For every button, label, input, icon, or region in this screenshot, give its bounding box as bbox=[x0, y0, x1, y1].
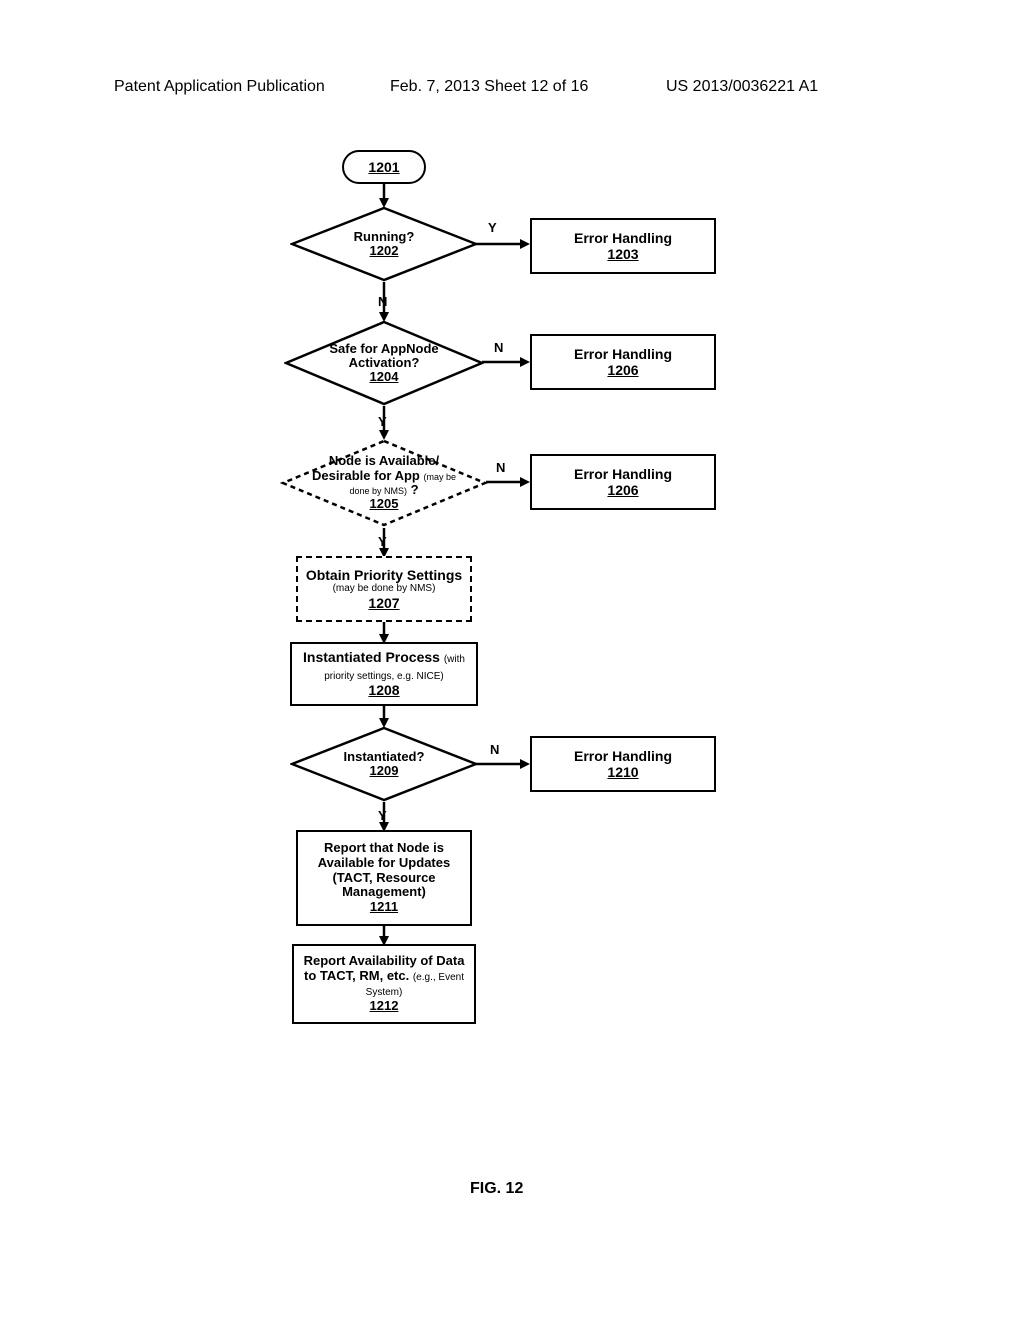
node-instantiated-process-1208: Instantiated Process (with priority sett… bbox=[290, 642, 478, 706]
edge-1204-1206a bbox=[482, 356, 530, 370]
node-error-1210: Error Handling 1210 bbox=[530, 736, 716, 792]
edge-1209-1210 bbox=[476, 758, 530, 772]
report-data-l2: to TACT, RM, etc. bbox=[304, 968, 409, 983]
nodeavail-ref: 1205 bbox=[370, 496, 399, 511]
report-node-ref: 1211 bbox=[370, 900, 398, 915]
node-error-1206a: Error Handling 1206 bbox=[530, 334, 716, 390]
obtain-priority-ref: 1207 bbox=[368, 595, 399, 611]
err1203-ref: 1203 bbox=[607, 246, 638, 262]
err1210-ref: 1210 bbox=[607, 764, 638, 780]
edge-1207-1208 bbox=[376, 622, 392, 644]
edge-1209-1211-label: Y bbox=[378, 808, 387, 823]
err1206b-ref: 1206 bbox=[607, 482, 638, 498]
flowchart: 1201 Running? 1202 Y Error Handling 1203 bbox=[270, 150, 830, 1150]
obtain-priority-small: (may be done by NMS) bbox=[333, 583, 436, 595]
err1203-label: Error Handling bbox=[574, 230, 672, 246]
edge-1201-1202 bbox=[376, 184, 392, 208]
edge-1204-1206a-label: N bbox=[494, 340, 503, 355]
inst-process-label: Instantiated Process bbox=[303, 649, 440, 665]
edge-1202-1204-label: N bbox=[378, 294, 387, 309]
nodeavail-q: ? bbox=[411, 482, 419, 497]
safe-label-1: Safe for AppNode bbox=[329, 341, 438, 356]
edge-1205-1206b-label: N bbox=[496, 460, 505, 475]
page-header-right: US 2013/0036221 A1 bbox=[666, 78, 818, 96]
figure-label: FIG. 12 bbox=[470, 1180, 523, 1198]
report-data-l1: Report Availability of Data bbox=[304, 954, 465, 969]
node-decision-instantiated-1209: Instantiated? 1209 bbox=[290, 726, 478, 802]
node-obtain-priority-1207: Obtain Priority Settings (may be done by… bbox=[296, 556, 472, 622]
node-start-1201: 1201 bbox=[342, 150, 426, 184]
instantiated-ref: 1209 bbox=[370, 763, 399, 778]
safe-label-2: Activation? bbox=[349, 355, 420, 370]
edge-1211-1212 bbox=[376, 926, 392, 946]
page: Patent Application Publication Feb. 7, 2… bbox=[0, 0, 1024, 1320]
edge-1202-1203 bbox=[476, 238, 530, 252]
node-error-1206b: Error Handling 1206 bbox=[530, 454, 716, 510]
err1206a-ref: 1206 bbox=[607, 362, 638, 378]
err1206a-label: Error Handling bbox=[574, 346, 672, 362]
safe-ref: 1204 bbox=[370, 369, 399, 384]
report-node-l4: Management) bbox=[342, 885, 426, 900]
edge-1205-1207-label: Y bbox=[378, 534, 387, 549]
edge-1205-1206b bbox=[486, 476, 530, 490]
edge-1208-1209 bbox=[376, 706, 392, 728]
node-report-data-1212: Report Availability of Data to TACT, RM,… bbox=[292, 944, 476, 1024]
report-node-l2: Available for Updates bbox=[318, 856, 450, 871]
page-header-center: Feb. 7, 2013 Sheet 12 of 16 bbox=[390, 78, 588, 96]
instantiated-label: Instantiated? bbox=[344, 749, 425, 764]
node-decision-safe-1204: Safe for AppNode Activation? 1204 bbox=[284, 320, 484, 406]
running-ref: 1202 bbox=[370, 243, 399, 258]
nodeavail-l1: Node is Available/ bbox=[329, 453, 439, 468]
node-decision-nodeavail-1205: Node is Available/ Desirable for App (ma… bbox=[280, 438, 488, 528]
err1210-label: Error Handling bbox=[574, 748, 672, 764]
report-data-ref: 1212 bbox=[370, 999, 399, 1014]
report-node-l3: (TACT, Resource bbox=[332, 871, 435, 886]
edge-1209-1210-label: N bbox=[490, 742, 499, 757]
page-header-left: Patent Application Publication bbox=[114, 78, 325, 96]
node-report-node-1211: Report that Node is Available for Update… bbox=[296, 830, 472, 926]
edge-1202-1203-label: Y bbox=[488, 220, 497, 235]
report-node-l1: Report that Node is bbox=[324, 841, 444, 856]
running-label: Running? bbox=[354, 229, 415, 244]
inst-process-ref: 1208 bbox=[368, 682, 399, 698]
node-error-1203: Error Handling 1203 bbox=[530, 218, 716, 274]
edge-1204-1205-label: Y bbox=[378, 414, 387, 429]
err1206b-label: Error Handling bbox=[574, 466, 672, 482]
nodeavail-l2: Desirable for App bbox=[312, 468, 420, 483]
node-decision-running-1202: Running? 1202 bbox=[290, 206, 478, 282]
start-ref: 1201 bbox=[368, 159, 399, 175]
obtain-priority-label: Obtain Priority Settings bbox=[306, 567, 462, 583]
